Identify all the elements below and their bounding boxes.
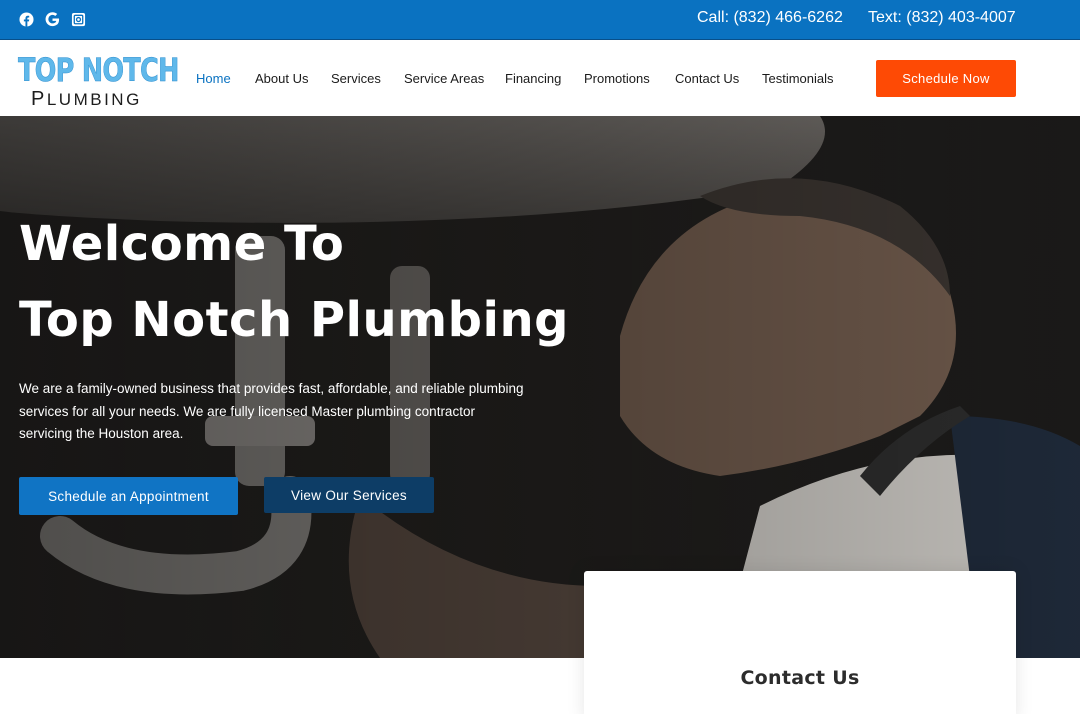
nav-home[interactable]: Home <box>196 71 231 86</box>
contact-card-title: Contact Us <box>740 667 860 689</box>
nav-services[interactable]: Services <box>331 71 381 86</box>
text-phone-link[interactable]: Text: (832) 403-4007 <box>868 9 1016 27</box>
view-services-button[interactable]: View Our Services <box>264 477 434 513</box>
schedule-appointment-button[interactable]: Schedule an Appointment <box>19 477 238 515</box>
call-phone-link[interactable]: Call: (832) 466-6262 <box>697 9 843 27</box>
site-header: TOP NOTCH PLUMBING Home About Us Service… <box>0 41 1080 116</box>
nav-testimonials[interactable]: Testimonials <box>762 71 834 86</box>
facebook-icon[interactable] <box>19 12 34 27</box>
logo-top-text: TOP NOTCH <box>18 51 180 90</box>
nav-contact-us[interactable]: Contact Us <box>675 71 739 86</box>
hero-title-line-1: Welcome To <box>19 216 345 272</box>
nav-service-areas[interactable]: Service Areas <box>404 71 484 86</box>
top-bar: Call: (832) 466-6262 Text: (832) 403-400… <box>0 0 1080 40</box>
logo-bottom-text: PLUMBING <box>31 88 142 110</box>
hero-title-line-2: Top Notch Plumbing <box>19 292 570 348</box>
google-icon[interactable] <box>45 12 60 27</box>
nav-about-us[interactable]: About Us <box>255 71 308 86</box>
hero-description: We are a family-owned business that prov… <box>19 381 524 441</box>
nav-financing[interactable]: Financing <box>505 71 561 86</box>
contact-card: Contact Us <box>584 571 1016 714</box>
logo[interactable]: TOP NOTCH PLUMBING <box>18 51 180 110</box>
social-links <box>19 12 86 27</box>
instagram-icon[interactable] <box>71 12 86 27</box>
schedule-now-button[interactable]: Schedule Now <box>876 60 1016 97</box>
nav-promotions[interactable]: Promotions <box>584 71 650 86</box>
